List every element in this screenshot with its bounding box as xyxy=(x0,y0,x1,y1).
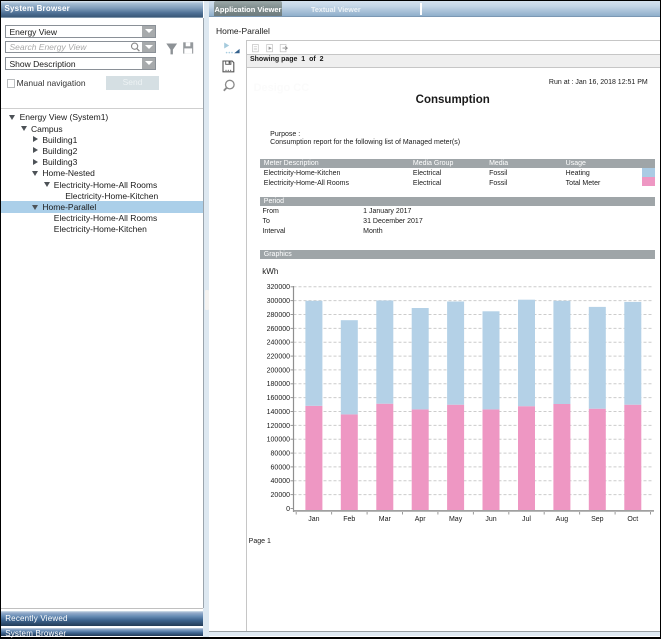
svg-text:100000: 100000 xyxy=(267,437,290,444)
svg-text:300000: 300000 xyxy=(267,298,290,305)
svg-text:180000: 180000 xyxy=(267,381,290,388)
svg-text:0: 0 xyxy=(286,506,290,513)
svg-text:Jan: Jan xyxy=(308,516,319,523)
svg-text:Feb: Feb xyxy=(343,516,355,523)
svg-text:240000: 240000 xyxy=(267,340,290,347)
svg-text:20000: 20000 xyxy=(271,492,291,499)
svg-text:Mar: Mar xyxy=(379,516,392,523)
svg-text:Jun: Jun xyxy=(485,516,496,523)
svg-text:120000: 120000 xyxy=(267,423,290,430)
svg-text:160000: 160000 xyxy=(267,395,290,402)
svg-text:200000: 200000 xyxy=(267,367,290,374)
svg-text:40000: 40000 xyxy=(271,478,291,485)
svg-text:80000: 80000 xyxy=(271,451,291,458)
svg-text:Aug: Aug xyxy=(556,516,569,523)
svg-text:140000: 140000 xyxy=(267,409,290,416)
svg-text:May: May xyxy=(449,516,463,523)
svg-text:280000: 280000 xyxy=(267,312,290,319)
svg-text:260000: 260000 xyxy=(267,326,290,333)
svg-text:60000: 60000 xyxy=(271,464,291,471)
svg-text:320000: 320000 xyxy=(267,284,290,291)
svg-text:Jul: Jul xyxy=(522,516,531,523)
svg-text:220000: 220000 xyxy=(267,354,290,361)
svg-text:Oct: Oct xyxy=(627,516,638,523)
svg-text:Apr: Apr xyxy=(415,516,427,523)
svg-text:Sep: Sep xyxy=(591,516,604,523)
